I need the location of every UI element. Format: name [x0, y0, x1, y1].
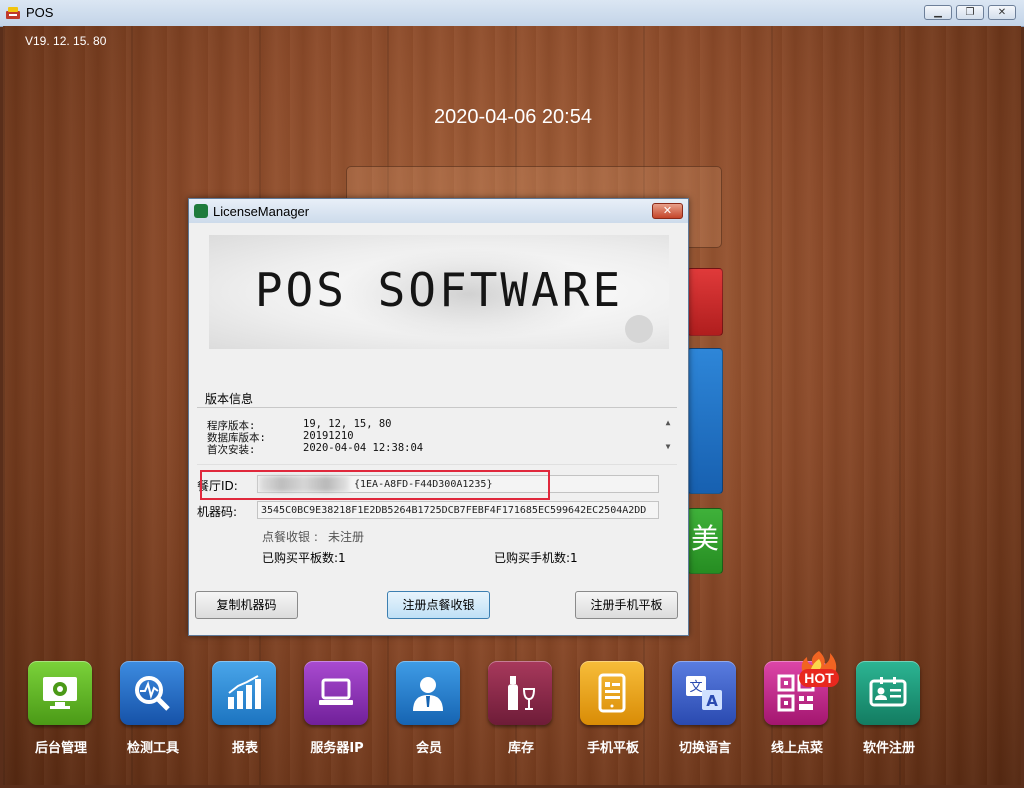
version-info-list[interactable]: 程序版本: 19, 12, 15, 80 数据库版本: 20191210 首次安装:… [197, 407, 677, 465]
translate-icon: 文A [686, 676, 722, 710]
datetime-display: 2020-04-06 20:54 [434, 106, 592, 128]
register-mobile-tablet-button[interactable]: 注册手机平板 [575, 591, 678, 619]
svg-text:A: A [706, 692, 718, 710]
app-mobile-tablet[interactable]: 手机平板 [567, 661, 659, 771]
scroll-down-icon[interactable]: ▼ [663, 442, 673, 451]
app-members[interactable]: 会员 [383, 661, 475, 771]
license-manager-dialog: LicenseManager ✕ POS SOFTWARE 程序版本: 19, 1… [188, 198, 689, 636]
svg-text:文: 文 [689, 680, 702, 695]
app-label: 手机平板 [586, 741, 639, 756]
app-detection-tool[interactable]: 检测工具 [107, 661, 199, 771]
license-app-icon [194, 204, 208, 218]
version-scrollbar[interactable]: ▲ ▼ [661, 410, 675, 462]
tablet-icon [598, 673, 626, 713]
close-icon: ✕ [997, 7, 1007, 18]
app-label: 报表 [231, 741, 258, 756]
green-tile-glyph: 美 [690, 522, 719, 555]
restore-icon: ❐ [965, 7, 975, 18]
id-card-icon [869, 677, 907, 707]
machine-code-field[interactable]: 3545C0BC9E38218F1E2DB5264B1725DCB7FEBF4F… [257, 501, 659, 519]
app-label: 库存 [507, 741, 534, 756]
title-bar: POS ▁ ❐ ✕ [0, 0, 1024, 27]
copy-machine-code-button[interactable]: 复制机器码 [195, 591, 298, 619]
wine-bottle-icon [508, 676, 536, 710]
magnifier-pulse-icon [135, 676, 170, 711]
app-server-ip[interactable]: 服务器IP [291, 661, 383, 771]
app-inventory[interactable]: 库存 [475, 661, 567, 771]
dialog-close-button[interactable]: ✕ [652, 203, 683, 219]
user-icon [413, 677, 443, 711]
app-software-registration[interactable]: 软件注册 [843, 661, 935, 771]
banner-text: POS SOFTWARE [254, 263, 624, 317]
app-label: 软件注册 [862, 741, 915, 756]
pos-status-label: 点餐收银 : [262, 530, 318, 544]
pos-app-icon [6, 7, 20, 19]
register-pos-button[interactable]: 注册点餐收银 [387, 591, 490, 619]
window-title: POS [26, 5, 54, 20]
app-label: 会员 [415, 741, 442, 756]
laptop-icon [319, 678, 353, 705]
machine-code-label: 机器码: [197, 505, 238, 519]
close-icon: ✕ [662, 204, 673, 217]
monitor-gear-icon [43, 677, 77, 709]
purchased-phones: 已购买手机数:1 [494, 551, 578, 565]
app-label: 后台管理 [34, 741, 87, 756]
pos-window: POS ▁ ❐ ✕ V19. 12. 15. 80 2020-04-06 20:… [0, 0, 1024, 788]
scroll-up-icon[interactable]: ▲ [663, 418, 673, 427]
green-tile[interactable]: 美 [687, 508, 723, 574]
minimize-button[interactable]: ▁ [924, 5, 952, 20]
bottom-app-bar: 后台管理 检测工具 报表 服务器IP 会员 库存 手机平板 文 A 切换语言 线… [3, 639, 1021, 785]
restore-button[interactable]: ❐ [956, 5, 984, 20]
app-label: 切换语言 [678, 741, 731, 756]
version-info-group: 程序版本: 19, 12, 15, 80 数据库版本: 20191210 首次安装:… [197, 390, 679, 467]
version-label: V19. 12. 15. 80 [25, 34, 107, 48]
app-label: 服务器IP [310, 741, 364, 756]
dialog-title: LicenseManager [213, 204, 310, 219]
software-banner: POS SOFTWARE [209, 235, 669, 349]
close-button[interactable]: ✕ [988, 5, 1016, 20]
app-backend-admin[interactable]: 后台管理 [15, 661, 107, 771]
app-label: 检测工具 [126, 741, 179, 756]
dialog-title-bar: LicenseManager ✕ [189, 199, 688, 223]
app-label: 线上点菜 [770, 741, 823, 756]
version-info-legend: 版本信息 [203, 390, 256, 407]
purchased-tablets: 已购买平板数:1 [262, 551, 346, 565]
app-reports[interactable]: 报表 [199, 661, 291, 771]
pos-status-value: 未注册 [328, 530, 365, 544]
highlight-box [200, 470, 550, 500]
bar-chart-icon [228, 675, 261, 709]
blue-tile[interactable] [687, 348, 723, 494]
hot-flame-icon: HOT [799, 651, 839, 687]
red-tile[interactable] [687, 268, 723, 336]
hot-badge-text: HOT [804, 670, 834, 686]
app-switch-language[interactable]: 文A 切换语言 [659, 661, 751, 771]
minimize-icon: ▁ [934, 7, 942, 18]
